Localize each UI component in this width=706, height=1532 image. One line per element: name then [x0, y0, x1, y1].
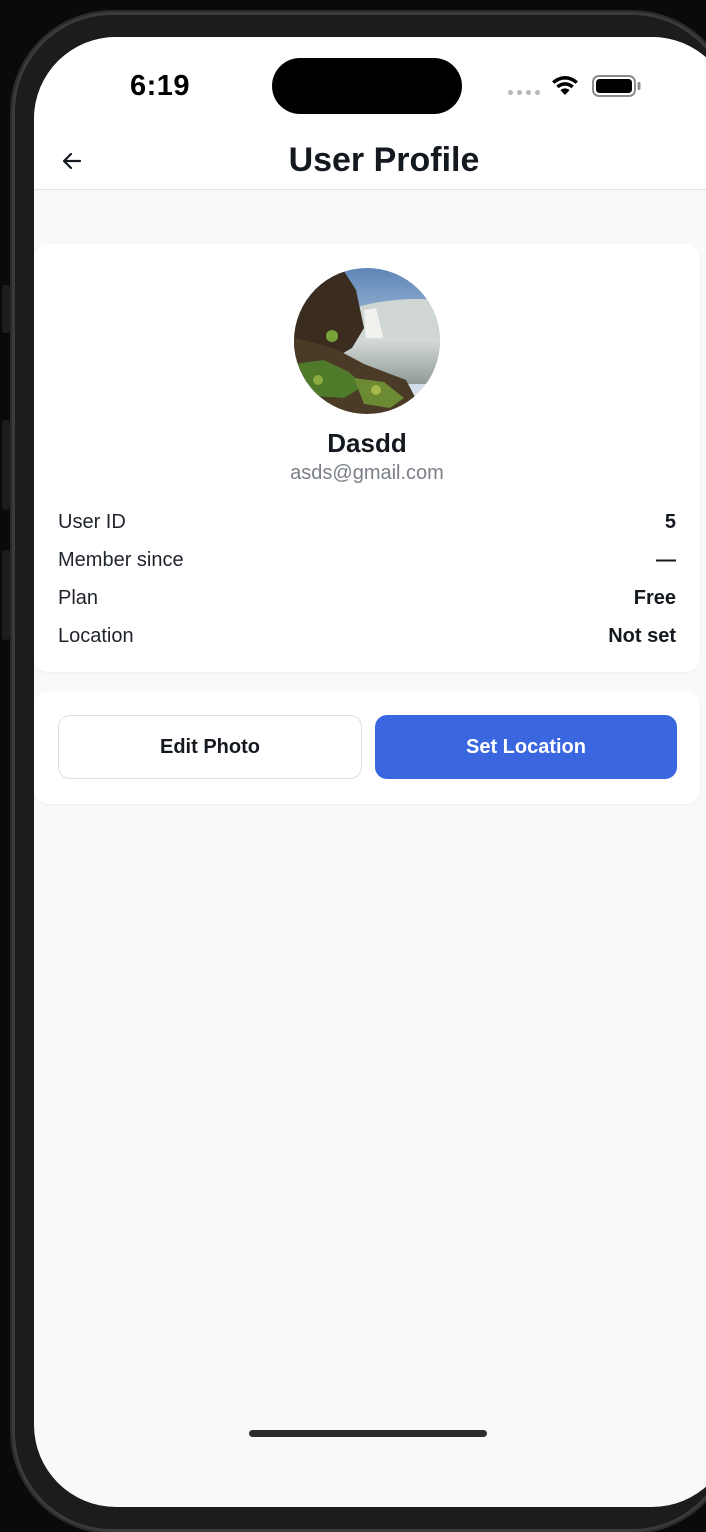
wifi-icon [551, 73, 579, 97]
info-value: 5 [664, 510, 676, 533]
side-button-silent [2, 285, 10, 333]
avatar-waterfall-image [294, 268, 440, 414]
info-label: User ID [58, 510, 126, 533]
info-row-plan: Plan Free [58, 583, 676, 613]
info-label: Member since [58, 548, 184, 571]
status-bar: 6:19 [34, 37, 706, 137]
info-label: Plan [58, 586, 99, 609]
info-value: Free [633, 586, 676, 609]
edit-photo-button[interactable]: Edit Photo [58, 715, 362, 779]
battery-icon [592, 75, 642, 97]
set-location-button[interactable]: Set Location [375, 715, 677, 779]
avatar[interactable] [294, 268, 440, 414]
home-indicator[interactable] [249, 1430, 487, 1437]
side-button-volume-down [2, 550, 10, 640]
dynamic-island [272, 58, 462, 114]
info-value: — [656, 548, 676, 571]
device-screen: 6:19 User Profile Dasdd asds@gmail.com U… [34, 37, 706, 1507]
cellular-signal-icon [508, 90, 542, 98]
profile-name: Dasdd [327, 428, 407, 458]
profile-card: Dasdd asds@gmail.com User ID 5 Member si… [34, 244, 700, 672]
info-row-location: Location Not set [58, 621, 676, 651]
info-row-member-since: Member since — [58, 545, 676, 575]
page-title: User Profile [288, 141, 480, 179]
info-value: Not set [608, 624, 676, 647]
info-row-user-id: User ID 5 [58, 507, 676, 537]
nav-header: User Profile [34, 137, 706, 190]
status-time: 6:19 [130, 70, 191, 102]
profile-email: asds@gmail.com [290, 462, 444, 484]
side-button-volume-up [2, 420, 10, 510]
info-label: Location [58, 624, 134, 647]
actions-card: Edit Photo Set Location [34, 691, 700, 804]
